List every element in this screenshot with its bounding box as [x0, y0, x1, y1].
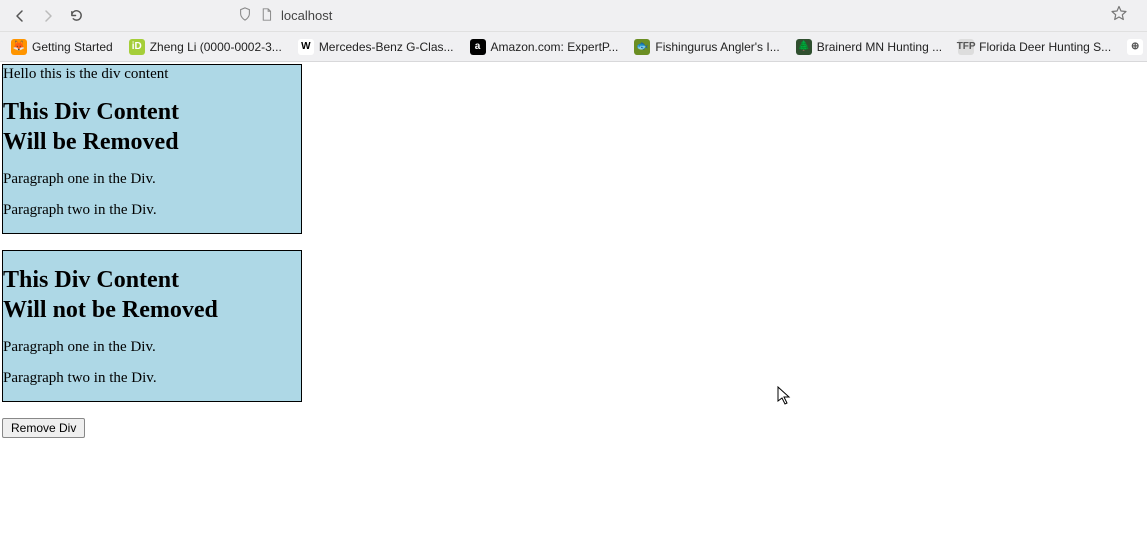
bookmark-label: Brainerd MN Hunting ...	[817, 40, 942, 54]
page-content: Hello this is the div content This Div C…	[0, 62, 1147, 440]
bookmark-star-icon[interactable]	[1111, 5, 1127, 26]
bookmark-favicon: 🐟	[634, 39, 650, 55]
bookmark-favicon: W	[298, 39, 314, 55]
div-persistent: This Div Content Will not be Removed Par…	[2, 250, 302, 402]
bookmark-label: Florida Deer Hunting S...	[979, 40, 1111, 54]
div-heading-persistent: This Div Content Will not be Removed	[3, 265, 301, 325]
div-paragraph: Paragraph one in the Div.	[3, 339, 301, 356]
bookmark-label: Fishingurus Angler's I...	[655, 40, 779, 54]
reload-button[interactable]	[62, 2, 90, 30]
page-icon	[260, 8, 273, 24]
div-removable: Hello this is the div content This Div C…	[2, 64, 302, 234]
div-intro-text: Hello this is the div content	[3, 66, 168, 82]
bookmark-item[interactable]: 🐟 Fishingurus Angler's I...	[627, 35, 786, 59]
bookmark-item[interactable]: 🦊 Getting Started	[4, 35, 120, 59]
bookmark-label: Mercedes-Benz G-Clas...	[319, 40, 454, 54]
bookmark-item[interactable]: W Mercedes-Benz G-Clas...	[291, 35, 461, 59]
browser-toolbar: localhost	[0, 0, 1147, 32]
div-heading-removable: This Div Content Will be Removed	[3, 97, 301, 157]
bookmark-label: Getting Started	[32, 40, 113, 54]
bookmark-favicon: ⊕	[1127, 39, 1143, 55]
div-paragraph: Paragraph two in the Div.	[3, 370, 301, 387]
shield-icon	[238, 7, 252, 24]
bookmark-favicon: TFP	[958, 39, 974, 55]
url-text: localhost	[281, 8, 332, 23]
div-paragraph: Paragraph one in the Div.	[3, 171, 301, 188]
url-bar[interactable]: localhost	[230, 3, 1111, 29]
bookmark-favicon: 🦊	[11, 39, 27, 55]
bookmark-label: Amazon.com: ExpertP...	[491, 40, 619, 54]
bookmark-item[interactable]: 🌲 Brainerd MN Hunting ...	[789, 35, 949, 59]
forward-button[interactable]	[34, 2, 62, 30]
bookmark-favicon: iD	[129, 39, 145, 55]
back-button[interactable]	[6, 2, 34, 30]
div-paragraph: Paragraph two in the Div.	[3, 202, 301, 219]
bookmarks-bar: 🦊 Getting Started iD Zheng Li (0000-0002-3.…	[0, 32, 1147, 62]
bookmark-item[interactable]: TFP Florida Deer Hunting S...	[951, 35, 1118, 59]
bookmark-favicon: 🌲	[796, 39, 812, 55]
bookmark-item[interactable]: a Amazon.com: ExpertP...	[463, 35, 626, 59]
remove-div-button[interactable]: Remove Div	[2, 418, 85, 438]
bookmark-label: Zheng Li (0000-0002-3...	[150, 40, 282, 54]
bookmark-item[interactable]: iD Zheng Li (0000-0002-3...	[122, 35, 289, 59]
bookmark-favicon: a	[470, 39, 486, 55]
bookmark-item[interactable]: ⊕Another r	[1120, 35, 1147, 59]
